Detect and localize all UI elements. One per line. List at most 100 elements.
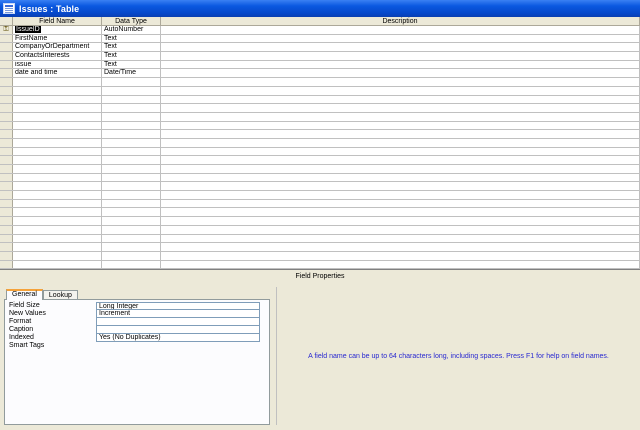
- table-row[interactable]: [0, 86, 640, 96]
- row-selector[interactable]: [0, 121, 13, 130]
- property-value-field[interactable]: Long Integer: [96, 302, 260, 310]
- data-type-cell[interactable]: [102, 208, 161, 217]
- field-name-cell[interactable]: [13, 199, 102, 208]
- row-selector[interactable]: [0, 147, 13, 156]
- field-name-cell[interactable]: [13, 260, 102, 269]
- table-row[interactable]: [0, 138, 640, 148]
- description-cell[interactable]: [161, 52, 640, 60]
- description-cell[interactable]: [161, 260, 640, 269]
- field-name-cell[interactable]: [13, 112, 102, 121]
- data-type-cell[interactable]: [102, 173, 161, 182]
- data-type-cell[interactable]: [102, 121, 161, 130]
- data-type-cell[interactable]: [102, 112, 161, 121]
- description-cell[interactable]: [161, 251, 640, 260]
- description-cell[interactable]: [161, 234, 640, 243]
- description-cell[interactable]: [161, 43, 640, 52]
- data-type-cell[interactable]: [102, 147, 161, 156]
- description-cell[interactable]: [161, 217, 640, 225]
- field-name-cell[interactable]: [13, 121, 102, 130]
- row-selector[interactable]: [0, 69, 13, 78]
- description-cell[interactable]: [161, 95, 640, 104]
- data-type-cell[interactable]: [102, 191, 161, 199]
- table-row[interactable]: [0, 112, 640, 122]
- description-cell[interactable]: [161, 34, 640, 43]
- field-name-cell[interactable]: issue: [13, 60, 102, 69]
- data-type-cell[interactable]: [102, 130, 161, 138]
- data-type-cell[interactable]: [102, 182, 161, 191]
- table-row[interactable]: [0, 260, 640, 269]
- table-row[interactable]: [0, 156, 640, 165]
- description-cell[interactable]: [161, 165, 640, 173]
- description-cell[interactable]: [161, 121, 640, 130]
- description-cell[interactable]: [161, 69, 640, 78]
- table-row[interactable]: FirstName Text: [0, 34, 640, 44]
- table-row[interactable]: [0, 191, 640, 200]
- table-row[interactable]: [0, 182, 640, 192]
- table-row[interactable]: [0, 243, 640, 252]
- table-row[interactable]: [0, 104, 640, 113]
- row-selector[interactable]: [0, 138, 13, 147]
- description-cell[interactable]: [161, 86, 640, 95]
- field-name-cell[interactable]: IssueID: [13, 26, 102, 34]
- data-type-cell[interactable]: [102, 165, 161, 173]
- data-type-cell[interactable]: [102, 86, 161, 95]
- description-cell[interactable]: [161, 138, 640, 147]
- field-name-cell[interactable]: FirstName: [13, 34, 102, 43]
- property-value-field[interactable]: Yes (No Duplicates): [96, 333, 260, 342]
- tab-general[interactable]: General: [6, 289, 43, 300]
- row-selector[interactable]: [0, 95, 13, 104]
- data-type-cell[interactable]: Text: [102, 43, 161, 52]
- field-name-cell[interactable]: [13, 251, 102, 260]
- row-selector[interactable]: [0, 52, 13, 60]
- description-cell[interactable]: [161, 60, 640, 69]
- row-selector[interactable]: [0, 191, 13, 199]
- property-value-field[interactable]: [96, 325, 260, 334]
- description-cell[interactable]: [161, 130, 640, 138]
- table-row[interactable]: CompanyOrDepartment Text: [0, 43, 640, 53]
- row-selector[interactable]: [0, 165, 13, 173]
- field-name-cell[interactable]: [13, 130, 102, 138]
- column-header-data-type[interactable]: Data Type: [102, 17, 161, 26]
- field-name-cell[interactable]: [13, 191, 102, 199]
- data-type-cell[interactable]: Text: [102, 34, 161, 43]
- description-cell[interactable]: [161, 208, 640, 217]
- field-name-cell[interactable]: [13, 165, 102, 173]
- row-selector[interactable]: [0, 78, 13, 86]
- table-row[interactable]: issue Text: [0, 60, 640, 70]
- row-selector[interactable]: [0, 260, 13, 269]
- description-cell[interactable]: [161, 26, 640, 34]
- field-name-cell[interactable]: [13, 86, 102, 95]
- description-cell[interactable]: [161, 173, 640, 182]
- row-selector[interactable]: [0, 217, 13, 225]
- description-cell[interactable]: [161, 243, 640, 251]
- table-row[interactable]: [0, 95, 640, 105]
- title-bar[interactable]: Issues : Table: [0, 0, 640, 17]
- field-name-cell[interactable]: CompanyOrDepartment: [13, 43, 102, 52]
- data-type-cell[interactable]: [102, 243, 161, 251]
- description-cell[interactable]: [161, 104, 640, 112]
- data-type-cell[interactable]: [102, 217, 161, 225]
- field-name-cell[interactable]: [13, 182, 102, 191]
- table-row[interactable]: [0, 234, 640, 244]
- field-name-cell[interactable]: [13, 243, 102, 251]
- table-row[interactable]: [0, 147, 640, 157]
- table-row[interactable]: [0, 251, 640, 261]
- data-type-cell[interactable]: [102, 156, 161, 164]
- row-selector[interactable]: [0, 199, 13, 208]
- table-row[interactable]: [0, 217, 640, 226]
- description-cell[interactable]: [161, 191, 640, 199]
- row-selector[interactable]: [0, 173, 13, 182]
- column-header-field-name[interactable]: Field Name: [13, 17, 102, 26]
- table-row[interactable]: ContactsInterests Text: [0, 52, 640, 61]
- row-selector[interactable]: [0, 208, 13, 217]
- description-cell[interactable]: [161, 112, 640, 121]
- table-row[interactable]: [0, 121, 640, 131]
- table-row[interactable]: ⚿ IssueID AutoNumber: [0, 26, 640, 35]
- row-selector[interactable]: [0, 112, 13, 121]
- row-selector[interactable]: ⚿: [0, 26, 13, 34]
- description-cell[interactable]: [161, 199, 640, 208]
- table-row[interactable]: [0, 78, 640, 87]
- table-row[interactable]: [0, 225, 640, 235]
- column-header-description[interactable]: Description: [161, 17, 640, 26]
- row-selector[interactable]: [0, 251, 13, 260]
